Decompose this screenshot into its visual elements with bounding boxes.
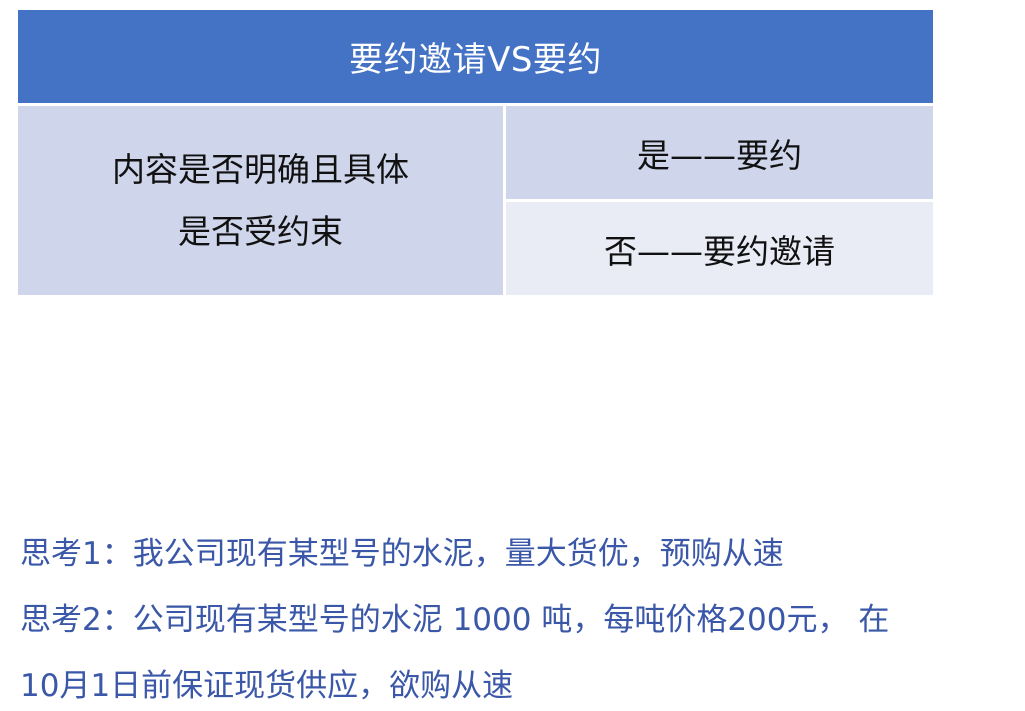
criteria-line-2: 是否受约束 bbox=[178, 211, 343, 251]
thinking-question-1: 思考1：我公司现有某型号的水泥，量大货优，预购从速 bbox=[20, 536, 784, 572]
result-cell-yes: 是——要约 bbox=[506, 106, 933, 199]
criteria-cell: 内容是否明确且具体 是否受约束 bbox=[18, 106, 503, 295]
result-cell-no: 否——要约邀请 bbox=[506, 202, 933, 295]
table-header: 要约邀请VS要约 bbox=[18, 10, 933, 103]
thinking-question-2-continued: 10月1日前保证现货供应，欲购从速 bbox=[20, 668, 514, 704]
criteria-line-1: 内容是否明确且具体 bbox=[112, 149, 409, 189]
thinking-question-2: 思考2：公司现有某型号的水泥 1000 吨，每吨价格200元， 在 bbox=[20, 602, 890, 638]
comparison-table: 要约邀请VS要约 内容是否明确且具体 是否受约束 是——要约 否——要约邀请 bbox=[18, 10, 933, 295]
